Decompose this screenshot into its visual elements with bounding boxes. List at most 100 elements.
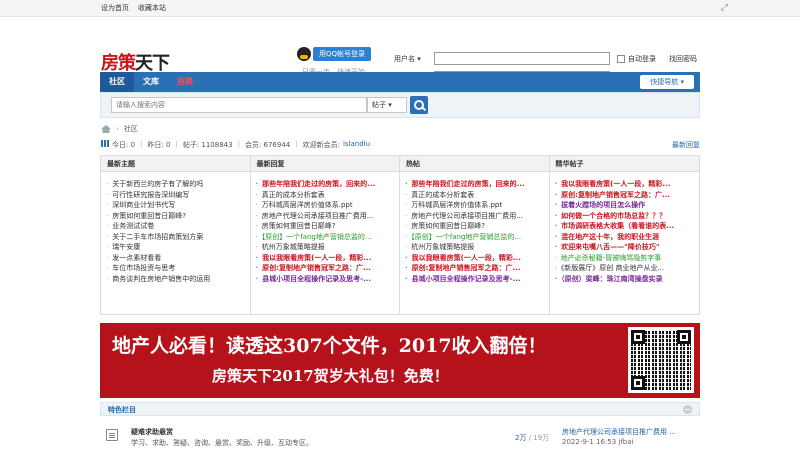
forum-description: 学习、求助、答疑、咨询、悬赏、奖励、升级、互动专区。: [131, 439, 313, 447]
auto-login-checkbox[interactable]: [617, 54, 625, 63]
list-item[interactable]: 房策如何重回昔日巅峰?: [106, 211, 246, 222]
list-item[interactable]: 房地产代理公司承接项目推广费用...: [256, 211, 396, 222]
list-item[interactable]: 《新版展厅》原创 商业地产从业...: [555, 263, 695, 274]
promo-banner[interactable]: 地产人必看！读透这307个文件，2017收入翻倍！ 房策天下2017贺岁大礼包！…: [100, 323, 700, 398]
list-item[interactable]: 真正的成本分析套表: [405, 190, 545, 201]
forum-post-count: / 19万: [528, 434, 550, 442]
list-item[interactable]: 杭州万象城策略提报: [256, 242, 396, 253]
search-icon[interactable]: [410, 96, 428, 114]
list-item[interactable]: 混在地产这十年，我的职业生涯: [555, 232, 695, 243]
search-bar: 帖子 ▾: [100, 92, 700, 118]
list-item[interactable]: 原创:复制地产销售冠军之路：广...: [405, 263, 545, 274]
home-icon[interactable]: [101, 125, 111, 133]
featured-section-header: 特色栏目: [100, 402, 700, 416]
latest-reply-link[interactable]: 最新回复: [672, 140, 700, 150]
list-item[interactable]: 业务测试试卷: [106, 221, 246, 232]
list-item[interactable]: 杭州万象城策略提报: [405, 242, 545, 253]
forum-count: 2万 / 19万: [515, 433, 549, 443]
list-item[interactable]: 【原创】一个fang地产营销总监的...: [256, 232, 396, 243]
breadcrumb-current[interactable]: 社区: [124, 124, 138, 134]
search-input[interactable]: [111, 97, 367, 113]
tab-jobs[interactable]: 招聘: [168, 72, 202, 92]
forum-name[interactable]: 疑难求助悬赏: [131, 427, 173, 437]
bookmark-link[interactable]: 收藏本站: [138, 3, 166, 13]
list-item[interactable]: 车位市场投资与思考: [106, 263, 246, 274]
column-featured-posts: 精华帖子 我以我眼看房策(一人一段，精彩... 原创:复制地产销售冠军之路：广.…: [549, 156, 699, 314]
list-item[interactable]: 万科城高层洋房价值体系.ppt: [256, 200, 396, 211]
list-item[interactable]: 市场调研表格大收集（看看谁的表...: [555, 221, 695, 232]
list-item[interactable]: 瑞午安康: [106, 242, 246, 253]
welcome-text: 欢迎新会员:: [302, 141, 340, 149]
list-item[interactable]: 县城小项目全程操作记录及思考-...: [256, 274, 396, 285]
list-item[interactable]: 房策如何重回昔日巅峰?: [256, 221, 396, 232]
quick-nav-label: 快捷导航: [650, 78, 679, 86]
forum-topic-count: 2万: [515, 434, 527, 442]
collapse-icon[interactable]: [683, 405, 692, 414]
list-item[interactable]: 我以我眼看房策(一人一段，精彩...: [405, 253, 545, 264]
stats-icon: [101, 140, 109, 147]
list-item[interactable]: 可行性研究报告深圳编写: [106, 190, 246, 201]
list-item[interactable]: 那些年陪我们走过的房策，回来的...: [256, 179, 396, 190]
topic-grid: 最新主题 关于新西兰的房子有了解的吗 可行性研究报告深圳编写 深圳商业计划书代写…: [100, 155, 700, 315]
featured-title: 特色栏目: [108, 406, 136, 414]
banner-headline: 地产人必看！读透这307个文件，2017收入翻倍！: [112, 335, 547, 357]
expand-icon[interactable]: ⤢: [721, 3, 728, 13]
username-label[interactable]: 用户名 ▾: [394, 54, 434, 64]
column-header[interactable]: 热帖: [400, 156, 549, 172]
stat-members: 会员: 676944: [244, 141, 291, 149]
list-item[interactable]: 我以我眼看房策(一人一段，精彩...: [555, 179, 695, 190]
banner-subline: 房策天下2017贺岁大礼包！免费！: [212, 367, 449, 385]
tab-library[interactable]: 文库: [134, 72, 168, 92]
stats-bar: 今日: 0 | 昨日: 0 | 帖子: 1108843 | 会员: 676944 | 欢…: [101, 140, 700, 150]
qq-icon: [297, 47, 311, 61]
stat-yesterday: 昨日: 0: [147, 141, 171, 149]
column-header[interactable]: 最新主题: [101, 156, 250, 172]
logo-part-1: 房策: [101, 53, 136, 74]
search-type-label: 帖子: [372, 101, 386, 109]
breadcrumb: › 社区: [101, 124, 138, 134]
list-item[interactable]: （原创）梁峰：珠江南湾操盘实录: [555, 274, 695, 285]
list-item[interactable]: 【原创】一个fang地产营销总监的...: [405, 232, 545, 243]
list-item[interactable]: 我以我眼看房策(一人一段，精彩...: [256, 253, 396, 264]
list-item[interactable]: 地产必杀秘籍-冒被嗨骂隐剪字事: [555, 253, 695, 264]
forum-icon: [106, 429, 118, 441]
list-item[interactable]: 房策如何重回昔日巅峰?: [405, 221, 545, 232]
quick-nav-button[interactable]: 快捷导航 ▾: [640, 75, 694, 89]
list-item[interactable]: 关于新西兰的房子有了解的吗: [106, 179, 246, 190]
list-item[interactable]: 原创:复制地产销售冠军之路：广...: [555, 190, 695, 201]
column-hot-posts: 热帖 那些年陪我们走过的房策，回来的... 真正的成本分析套表 万科城高层洋房价…: [400, 156, 550, 314]
column-header[interactable]: 最新回复: [250, 156, 399, 172]
set-home-link[interactable]: 设为首页: [101, 3, 129, 13]
top-bar: 设为首页 收藏本站 ⤢: [0, 0, 800, 17]
list-item[interactable]: 发一点素材看看: [106, 253, 246, 264]
qq-login[interactable]: 用QQ帐号登录: [297, 47, 372, 61]
list-item[interactable]: 那些年陪我们走过的房策，回来的...: [405, 179, 545, 190]
stat-posts: 帖子: 1108843: [182, 141, 233, 149]
logo-part-2: 天下: [135, 53, 170, 74]
list-item[interactable]: 拔着火蹚场的项目怎么操作: [555, 200, 695, 211]
username-input[interactable]: [434, 52, 610, 65]
chevron-right-icon: ›: [116, 125, 119, 133]
list-item[interactable]: 房地产代理公司承接项目推广费用...: [405, 211, 545, 222]
qq-login-button[interactable]: 用QQ帐号登录: [313, 47, 372, 61]
new-member-link[interactable]: islandlu: [343, 140, 370, 150]
main-nav: 社区 文库 招聘 快捷导航 ▾: [100, 72, 700, 92]
stat-today: 今日: 0: [112, 141, 136, 149]
list-item[interactable]: 万科城高层洋房价值体系.ppt: [405, 200, 545, 211]
search-type-select[interactable]: 帖子 ▾: [367, 97, 407, 113]
list-item[interactable]: 欢迎来屯嘴八舌——"降价技巧": [555, 242, 695, 253]
list-item[interactable]: 关于二手车市场招商策划方案: [106, 232, 246, 243]
list-item[interactable]: 深圳商业计划书代写: [106, 200, 246, 211]
list-item[interactable]: 真正的成本分析套表: [256, 190, 396, 201]
forum-last-post[interactable]: 房地产代理公司承接项目推广费用 ...: [562, 427, 676, 437]
tab-community[interactable]: 社区: [100, 72, 134, 92]
list-item[interactable]: 如何做一个合格的市场总监？？？: [555, 211, 695, 222]
list-item[interactable]: 县城小项目全程操作记录及思考-...: [405, 274, 545, 285]
list-item[interactable]: 商务谈判在房地产销售中的运用: [106, 274, 246, 285]
forum-last-time: 2022-9-1 16:53 jfbai: [562, 438, 634, 446]
header: 房策天下 用QQ帐号登录 只需一步，快速开始 用户名 ▾ 自动登录 找回密码 密…: [0, 17, 800, 104]
forum-row: 疑难求助悬赏 学习、求助、答疑、咨询、悬赏、奖励、升级、互动专区。 2万 / 1…: [100, 417, 700, 450]
column-header[interactable]: 精华帖子: [549, 156, 699, 172]
forgot-password-link[interactable]: 找回密码: [669, 54, 697, 64]
list-item[interactable]: 原创:复制地产销售冠军之路：广...: [256, 263, 396, 274]
